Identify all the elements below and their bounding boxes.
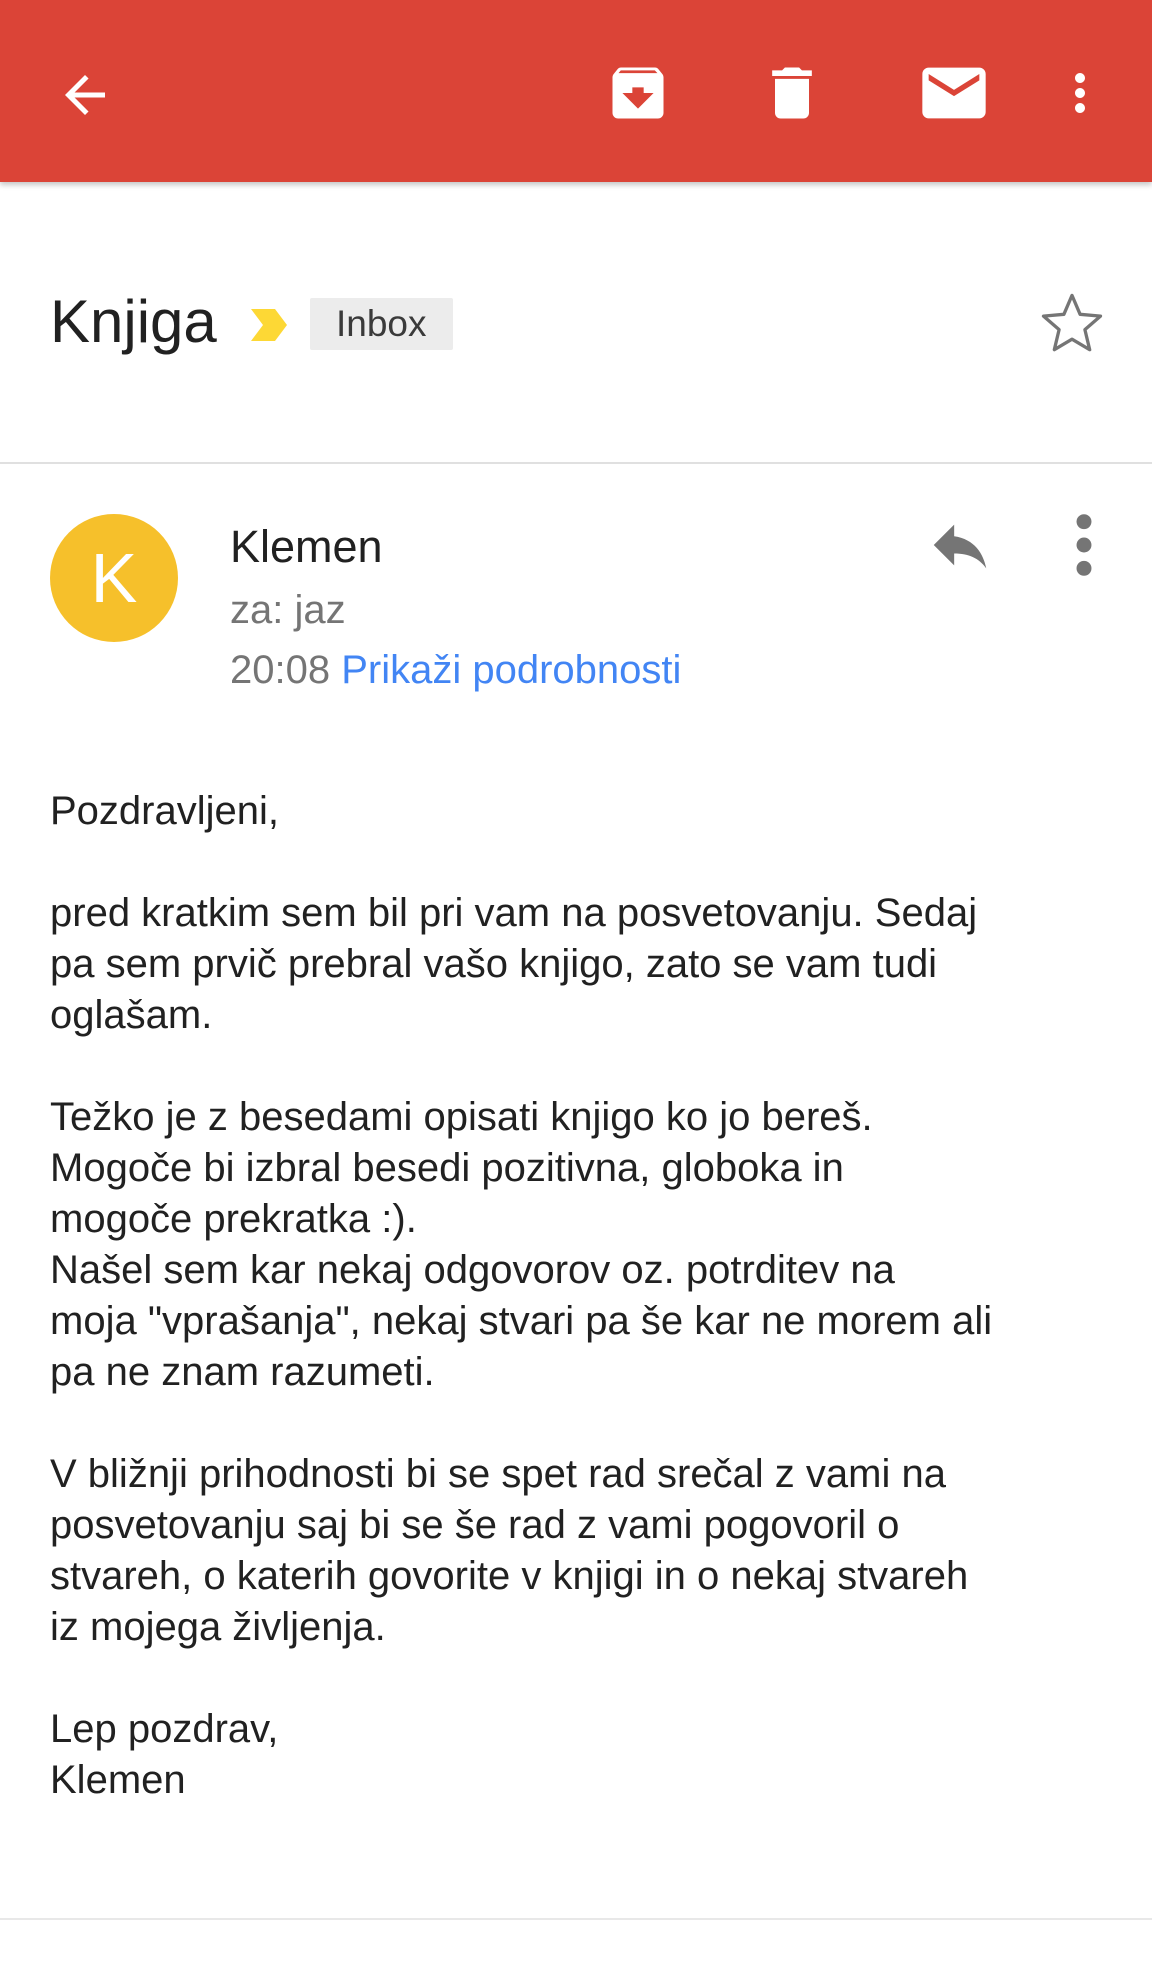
body-paragraph: pred kratkim sem bil pri vam na posvetov… (50, 891, 978, 1037)
sender-avatar: K (50, 514, 178, 642)
delete-button[interactable] (752, 48, 832, 138)
body-paragraph: Pozdravljeni, (50, 789, 280, 833)
app-toolbar (0, 0, 1152, 182)
email-subject: Knjiga (50, 288, 217, 355)
star-icon[interactable] (1036, 287, 1108, 359)
importance-marker-icon[interactable] (245, 300, 293, 350)
body-paragraph: Težko je z besedami opisati knjigo ko jo… (50, 1095, 993, 1394)
message-meta: 20:08 Prikaži podrobnosti (230, 644, 681, 696)
subject-header: Knjiga Inbox (0, 182, 1152, 464)
recipient-line: za: jaz (230, 588, 346, 632)
inbox-label[interactable]: Inbox (310, 298, 453, 350)
more-options-button[interactable] (1050, 48, 1110, 138)
archive-button[interactable] (598, 48, 678, 138)
show-details-link[interactable]: Prikaži podrobnosti (341, 648, 681, 692)
divider (0, 1918, 1152, 1920)
sender-name: Klemen (230, 521, 383, 572)
archive-icon (612, 67, 664, 119)
mail-icon (922, 67, 986, 119)
trash-icon (772, 67, 812, 119)
body-paragraph: V bližnji prihodnosti bi se spet rad sre… (50, 1452, 969, 1649)
message-more-icon[interactable] (1064, 510, 1104, 580)
body-paragraph: Lep pozdrav, Klemen (50, 1707, 279, 1802)
reply-icon[interactable] (920, 510, 1000, 580)
more-vert-icon (1075, 73, 1085, 113)
mark-unread-button[interactable] (904, 48, 1004, 138)
arrow-back-icon (65, 75, 105, 115)
email-body: Pozdravljeni, pred kratkim sem bil pri v… (50, 786, 1110, 1857)
back-button[interactable] (40, 50, 130, 140)
message-time: 20:08 (230, 648, 331, 692)
